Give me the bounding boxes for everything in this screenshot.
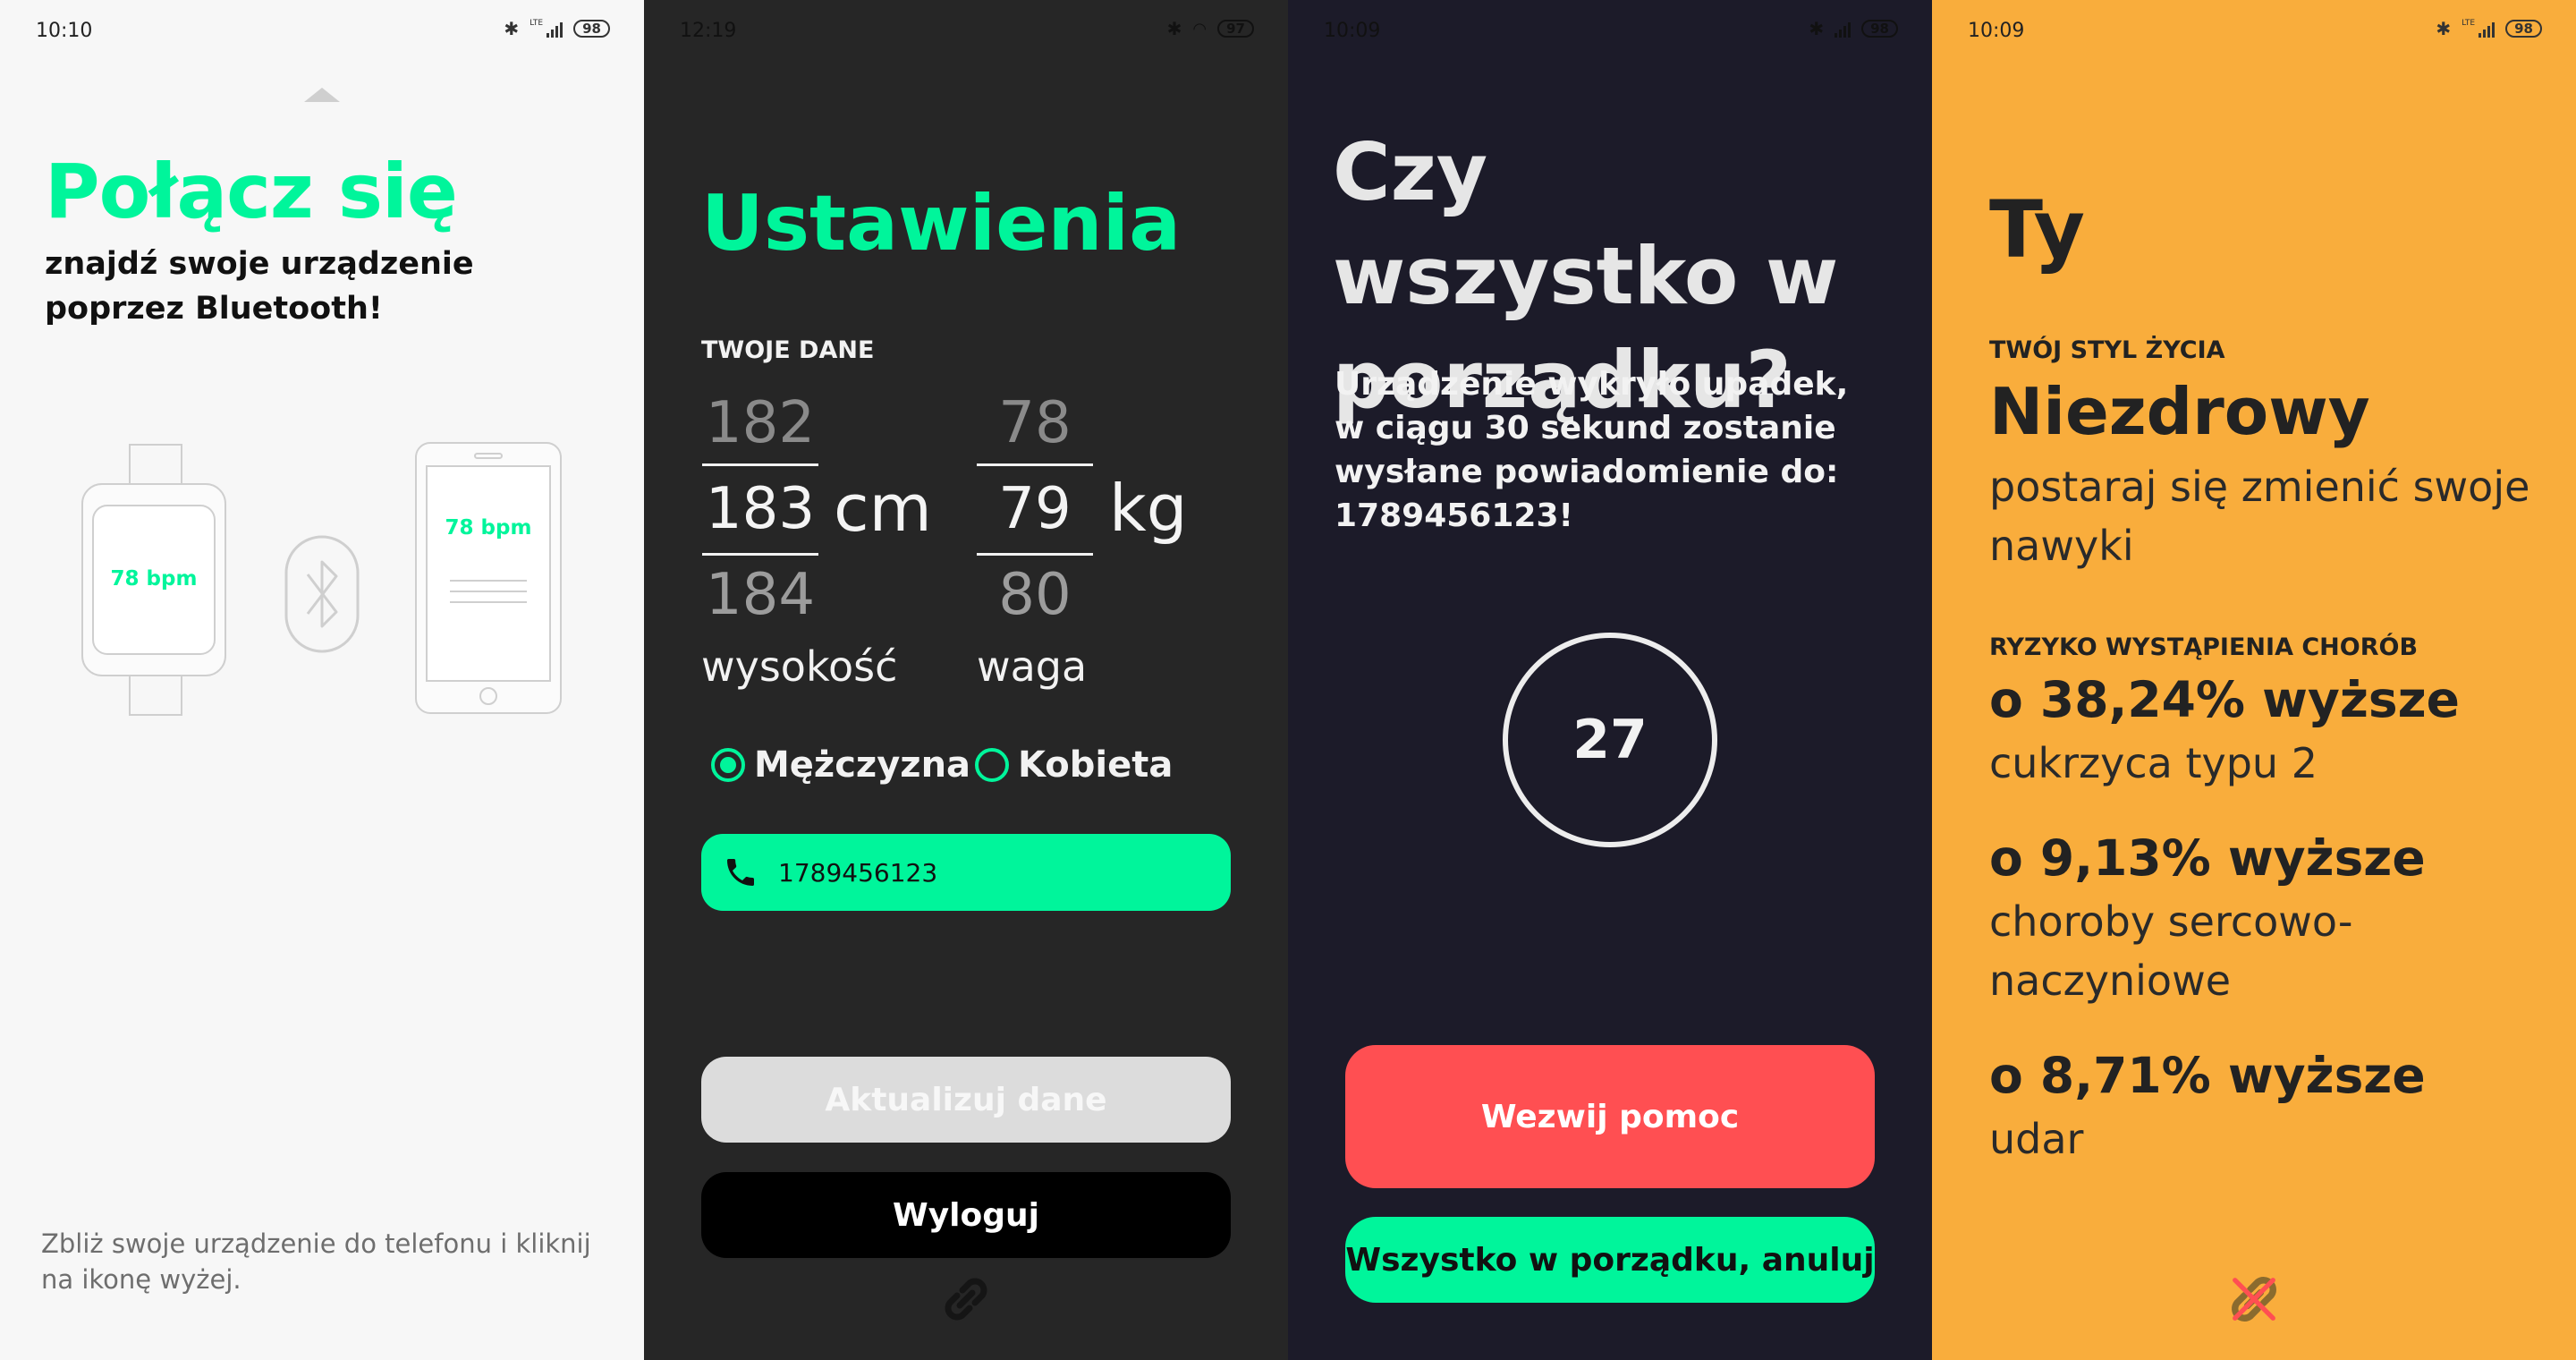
settings-screen: 12:19 ✱ ◠ 97 Ustawienia TWOJE DANE 182 1… bbox=[644, 0, 1288, 1360]
picker-divider bbox=[977, 553, 1093, 556]
weight-option-below[interactable]: 80 bbox=[977, 562, 1093, 628]
radio-unselected-icon bbox=[975, 748, 1009, 782]
phone-number-field[interactable]: 1789456123 bbox=[701, 834, 1231, 911]
risk-disease: udar bbox=[1989, 1115, 2084, 1163]
watch-bpm-label: 78 bpm bbox=[111, 567, 198, 591]
gender-female-label: Kobieta bbox=[1018, 744, 1174, 786]
countdown-timer: 27 bbox=[1503, 633, 1717, 847]
signal-icon bbox=[1835, 20, 1852, 38]
connect-hint: Zbliż swoje urządzenie do telefonu i kli… bbox=[41, 1228, 591, 1295]
cancel-alert-button[interactable]: Wszystko w porządku, anuluj bbox=[1345, 1217, 1875, 1303]
picker-divider bbox=[702, 463, 818, 466]
picker-divider bbox=[977, 463, 1093, 466]
battery-icon: 98 bbox=[1861, 20, 1898, 38]
risk-disease: cukrzyca typu 2 bbox=[1989, 739, 2318, 787]
link-icon[interactable] bbox=[937, 1271, 995, 1328]
broken-link-icon[interactable] bbox=[2224, 1269, 2284, 1330]
height-label: wysokość bbox=[701, 642, 898, 691]
picker-divider bbox=[702, 553, 818, 556]
bluetooth-icon[interactable] bbox=[284, 535, 360, 653]
weight-label: waga bbox=[977, 642, 1088, 691]
risk-disease: choroby sercowo-naczyniowe bbox=[1989, 897, 2353, 1005]
status-bar-icons: ✱ 98 bbox=[1809, 18, 1898, 39]
risk-label: RYZYKO WYSTĄPIENIA CHORÓB bbox=[1989, 633, 2419, 661]
risk-value: o 8,71% wyższe bbox=[1989, 1047, 2426, 1104]
height-option-below[interactable]: 184 bbox=[702, 562, 818, 628]
weight-option-above[interactable]: 78 bbox=[977, 390, 1093, 456]
status-time: 10:09 bbox=[1968, 20, 2025, 42]
height-value[interactable]: 183 bbox=[702, 476, 818, 542]
update-data-button[interactable]: Aktualizuj dane bbox=[701, 1057, 1231, 1143]
bluetooth-status-icon: ✱ bbox=[504, 18, 520, 39]
bluetooth-status-icon: ✱ bbox=[1166, 18, 1182, 39]
page-title: Ty bbox=[1989, 183, 2085, 276]
status-bar-icons: ✱ ◠ 97 bbox=[1167, 18, 1254, 39]
bluetooth-status-icon: ✱ bbox=[2436, 18, 2452, 39]
phone-number-value[interactable]: 1789456123 bbox=[778, 858, 937, 888]
status-time: 10:10 bbox=[36, 20, 93, 42]
page-title: Połącz się bbox=[45, 148, 458, 235]
phone-icon[interactable]: 78 bpm bbox=[414, 441, 563, 715]
battery-icon: 98 bbox=[573, 20, 610, 38]
status-time: 10:09 bbox=[1324, 20, 1381, 42]
profile-screen: 10:09 ✱ LTE 98 Ty TWÓJ STYL ŻYCIA Niezdr… bbox=[1932, 0, 2576, 1360]
phone-handset-icon bbox=[727, 859, 754, 886]
height-unit: cm bbox=[834, 471, 932, 546]
signal-icon bbox=[547, 20, 564, 38]
battery-icon: 98 bbox=[2505, 20, 2542, 38]
alert-message: Urządzenie wykryło upadek, w ciągu 30 se… bbox=[1335, 366, 1849, 534]
weight-unit: kg bbox=[1109, 471, 1188, 546]
weight-value[interactable]: 79 bbox=[977, 476, 1093, 542]
smartwatch-icon[interactable]: 78 bpm bbox=[80, 443, 229, 717]
phone-bpm-label: 78 bpm bbox=[445, 516, 532, 540]
lte-label: LTE bbox=[2462, 18, 2476, 28]
status-time: 12:19 bbox=[680, 20, 737, 42]
connect-screen: 10:10 ✱ LTE 98 Połącz się znajdź swoje u… bbox=[0, 0, 644, 1360]
wifi-icon: ◠ bbox=[1192, 19, 1208, 38]
gender-male-label: Mężczyzna bbox=[754, 744, 971, 786]
gender-female-radio[interactable]: Kobieta bbox=[975, 744, 1173, 786]
page-title: Ustawienia bbox=[701, 179, 1182, 268]
lifestyle-advice: postaraj się zmienić swoje nawyki bbox=[1989, 463, 2530, 570]
status-bar-icons: ✱ LTE 98 bbox=[2436, 18, 2542, 39]
lte-label: LTE bbox=[530, 18, 544, 28]
height-option-above[interactable]: 182 bbox=[702, 390, 818, 456]
call-help-button[interactable]: Wezwij pomoc bbox=[1345, 1045, 1875, 1188]
logout-button[interactable]: Wyloguj bbox=[701, 1172, 1231, 1258]
radio-selected-icon bbox=[711, 748, 745, 782]
signal-icon bbox=[2479, 20, 2496, 38]
page-subtitle: znajdź swoje urządzenie poprzez Bluetoot… bbox=[45, 246, 474, 327]
lifestyle-value: Niezdrowy bbox=[1989, 374, 2370, 449]
status-bar-icons: ✱ LTE 98 bbox=[504, 18, 610, 39]
bluetooth-status-icon: ✱ bbox=[1809, 18, 1825, 39]
risk-value: o 9,13% wyższe bbox=[1989, 829, 2426, 887]
gender-male-radio[interactable]: Mężczyzna bbox=[711, 744, 970, 786]
battery-icon: 97 bbox=[1217, 20, 1254, 38]
swipe-up-arrow-icon[interactable] bbox=[304, 88, 340, 102]
risk-value: o 38,24% wyższe bbox=[1989, 671, 2460, 728]
section-label: TWOJE DANE bbox=[701, 336, 875, 364]
fall-alert-screen: 10:09 ✱ 98 Czy wszystko w porządku? Urzą… bbox=[1288, 0, 1932, 1360]
lifestyle-label: TWÓJ STYL ŻYCIA bbox=[1989, 336, 2225, 364]
